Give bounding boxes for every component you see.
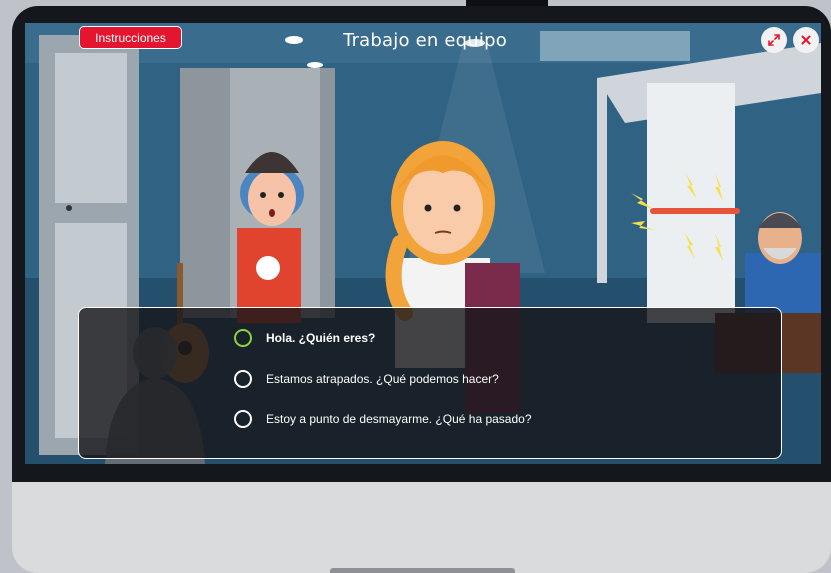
ceiling-light <box>307 62 323 68</box>
monitor-stand <box>330 568 515 573</box>
instructions-button[interactable]: Instrucciones <box>79 26 182 49</box>
dialogue-option-label: Estamos atrapados. ¿Qué podemos hacer? <box>266 372 499 386</box>
dialogue-option-label: Hola. ¿Quién eres? <box>266 331 376 345</box>
expand-arrows-icon <box>768 34 780 46</box>
boy-mouth <box>269 209 275 217</box>
radio-button[interactable] <box>234 410 252 428</box>
skylight <box>540 31 690 61</box>
dialogue-option[interactable]: Hola. ¿Quién eres? <box>234 325 375 351</box>
girl-eye <box>453 204 461 212</box>
close-x-icon <box>801 35 811 45</box>
fullscreen-button[interactable] <box>761 27 787 53</box>
monitor: Instrucciones Trabajo en equipo Hola. ¿Q… <box>0 0 831 573</box>
dialogue-option[interactable]: Estamos atrapados. ¿Qué podemos hacer? <box>234 366 499 392</box>
right-door-frame <box>597 78 607 283</box>
girl-eye <box>424 204 432 212</box>
game-screen: Instrucciones Trabajo en equipo Hola. ¿Q… <box>25 23 821 464</box>
radio-button[interactable] <box>234 329 252 347</box>
close-button[interactable] <box>793 27 819 53</box>
radio-button[interactable] <box>234 370 252 388</box>
girl-face <box>403 162 483 254</box>
page-title: Trabajo en equipo <box>343 30 507 51</box>
left-door-panel <box>55 53 127 203</box>
door-keyhole <box>66 205 72 211</box>
dialogue-panel: Hola. ¿Quién eres? Estamos atrapados. ¿Q… <box>78 307 782 459</box>
monitor-chin <box>12 482 831 573</box>
dialogue-option[interactable]: Estoy a punto de desmayarme. ¿Qué ha pas… <box>234 406 532 432</box>
ceiling-light <box>285 36 303 44</box>
boy-eye <box>278 192 284 198</box>
dialogue-option-label: Estoy a punto de desmayarme. ¿Qué ha pas… <box>266 412 532 426</box>
boy-eye <box>260 192 266 198</box>
boy-face <box>248 170 296 226</box>
right-door <box>647 83 735 323</box>
boy-shirt-skull <box>256 256 280 280</box>
